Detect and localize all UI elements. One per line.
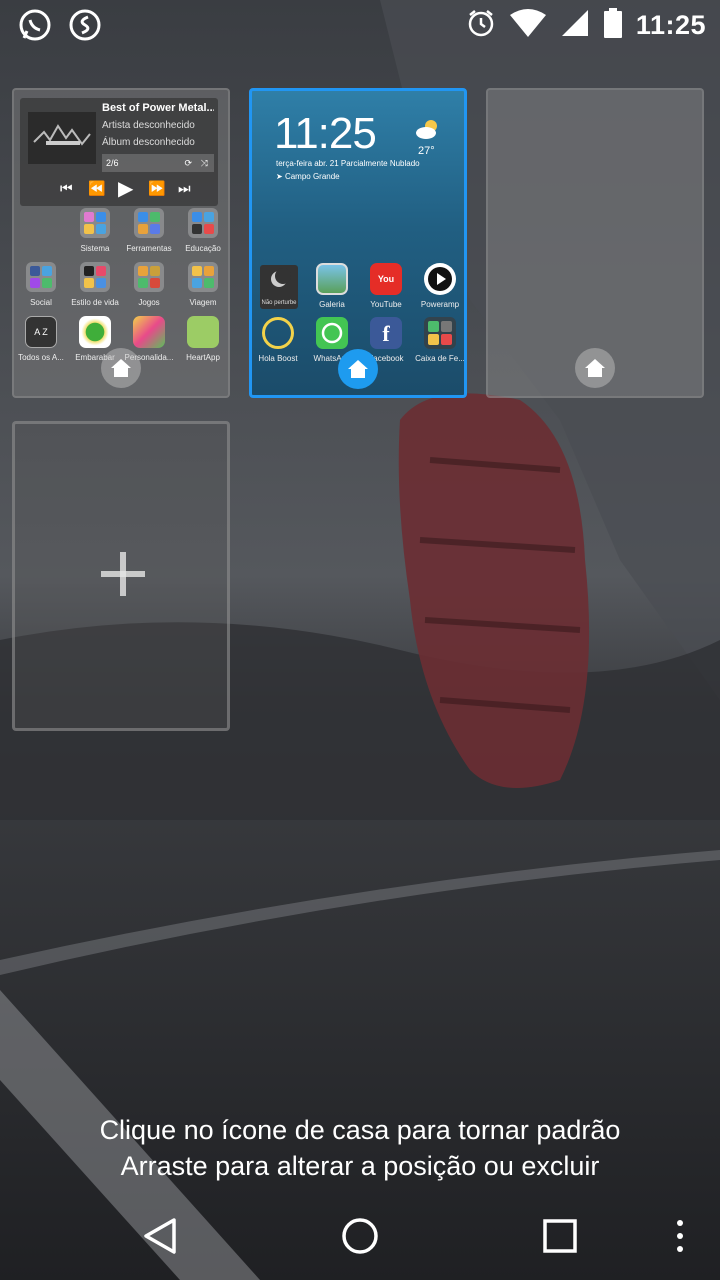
folder-estilo-de-vida-icon[interactable]	[80, 262, 110, 292]
all-apps-icon[interactable]: A Z	[25, 316, 57, 348]
folder-jogos-icon[interactable]	[134, 262, 164, 292]
homescreen-page-3[interactable]	[486, 88, 704, 398]
widget-clock: 11:25	[274, 109, 377, 158]
hint-line-1: Clique no ícone de casa para tornar padr…	[99, 1115, 621, 1145]
shazam-icon	[68, 8, 102, 47]
recents-button[interactable]	[530, 1206, 590, 1266]
whatsapp-icon	[18, 8, 52, 47]
all-apps-label: Todos os A...	[18, 353, 64, 362]
moon-icon	[271, 268, 291, 287]
more-options-button[interactable]	[650, 1206, 710, 1266]
wifi-icon	[509, 9, 546, 42]
youtube-icon[interactable]: You	[370, 263, 402, 295]
widget-location-label: Campo Grande	[284, 172, 340, 181]
skip-forward-icon[interactable]: ⏭	[178, 180, 191, 197]
hint-text: Clique no ícone de casa para tornar padr…	[0, 1112, 720, 1184]
facebook-icon[interactable]: f	[370, 317, 402, 349]
shuffle-icon[interactable]: ⤨	[201, 154, 208, 172]
folder-social-label: Social	[30, 298, 52, 307]
music-track: 2/6	[106, 158, 119, 168]
battery-icon	[603, 8, 622, 43]
folder-caixa-label: Caixa de Fe...	[415, 354, 465, 363]
skip-back-icon[interactable]: ⏮	[60, 180, 73, 197]
signal-icon	[560, 8, 590, 43]
home-icon	[111, 359, 131, 377]
widget-temperature: 27°	[418, 145, 435, 157]
album-art	[28, 112, 96, 164]
gallery-label: Galeria	[319, 300, 345, 309]
music-progress: 2/6 ⟳ ⤨	[102, 154, 214, 172]
folder-viagem-icon[interactable]	[188, 262, 218, 292]
status-bar: 11:25	[0, 0, 720, 50]
homescreen-page-1[interactable]: Best of Power Metal... Artista desconhec…	[12, 88, 230, 398]
music-title: Best of Power Metal...	[102, 102, 214, 114]
home-button[interactable]	[330, 1206, 390, 1266]
navigation-bar	[0, 1190, 720, 1280]
folder-caixa-de-ferramentas-icon[interactable]	[424, 317, 456, 349]
music-widget[interactable]: Best of Power Metal... Artista desconhec…	[20, 98, 218, 206]
folder-ferramentas-label: Ferramentas	[126, 244, 172, 253]
folder-educacao-icon[interactable]	[188, 208, 218, 238]
music-album: Álbum desconhecido	[102, 137, 195, 148]
more-icon	[677, 1220, 683, 1252]
folder-estilo-de-vida-label: Estilo de vida	[71, 298, 119, 307]
partly-cloudy-icon	[414, 117, 442, 146]
home-icon	[348, 360, 368, 378]
folder-educacao-label: Educação	[185, 244, 221, 253]
hint-line-2: Arraste para alterar a posição ou exclui…	[120, 1151, 600, 1181]
folder-sistema-label: Sistema	[80, 244, 110, 253]
rewind-icon[interactable]: ⏪	[88, 180, 105, 197]
embarabar-icon[interactable]	[79, 316, 111, 348]
homescreen-page-2[interactable]: 11:25 27° terça-feira abr. 21 Parcialmen…	[249, 88, 467, 398]
repeat-icon[interactable]: ⟳	[184, 154, 192, 172]
fast-forward-icon[interactable]: ⏩	[148, 180, 165, 197]
gallery-icon[interactable]	[316, 263, 348, 295]
folder-social-icon[interactable]	[26, 262, 56, 292]
set-default-home-button[interactable]	[101, 348, 141, 388]
alarm-icon	[466, 8, 496, 43]
folder-ferramentas-icon[interactable]	[134, 208, 164, 238]
home-circle-icon	[342, 1218, 378, 1254]
widget-location: ➤ Campo Grande	[276, 172, 340, 181]
play-icon[interactable]: ▶	[118, 176, 133, 201]
set-default-home-button[interactable]	[575, 348, 615, 388]
folder-viagem-label: Viagem	[189, 298, 217, 307]
home-icon	[585, 359, 605, 377]
heartapp-label: HeartApp	[186, 353, 220, 362]
poweramp-icon[interactable]	[424, 263, 456, 295]
folder-jogos-label: Jogos	[138, 298, 160, 307]
widget-date-weather: terça-feira abr. 21 Parcialmente Nublado	[276, 159, 420, 168]
default-home-button[interactable]	[338, 349, 378, 389]
folder-sistema-icon[interactable]	[80, 208, 110, 238]
add-page-button[interactable]	[12, 421, 230, 731]
personalidade-icon[interactable]	[133, 316, 165, 348]
location-arrow-icon: ➤	[276, 172, 285, 181]
hola-boost-icon[interactable]	[262, 317, 294, 349]
do-not-disturb-widget[interactable]: Não perturbe	[260, 265, 298, 309]
music-artist: Artista desconhecido	[102, 120, 195, 131]
poweramp-label: Poweramp	[420, 300, 460, 309]
do-not-disturb-label: Não perturbe	[261, 300, 297, 306]
plus-icon	[101, 552, 145, 596]
recents-icon	[543, 1219, 577, 1253]
youtube-label: YouTube	[370, 300, 402, 309]
back-icon	[144, 1218, 176, 1254]
whatsapp-app-icon[interactable]	[316, 317, 348, 349]
heartapp-icon[interactable]	[187, 316, 219, 348]
back-button[interactable]	[130, 1206, 190, 1266]
hola-boost-label: Hola Boost	[258, 354, 298, 363]
status-time: 11:25	[635, 10, 706, 40]
